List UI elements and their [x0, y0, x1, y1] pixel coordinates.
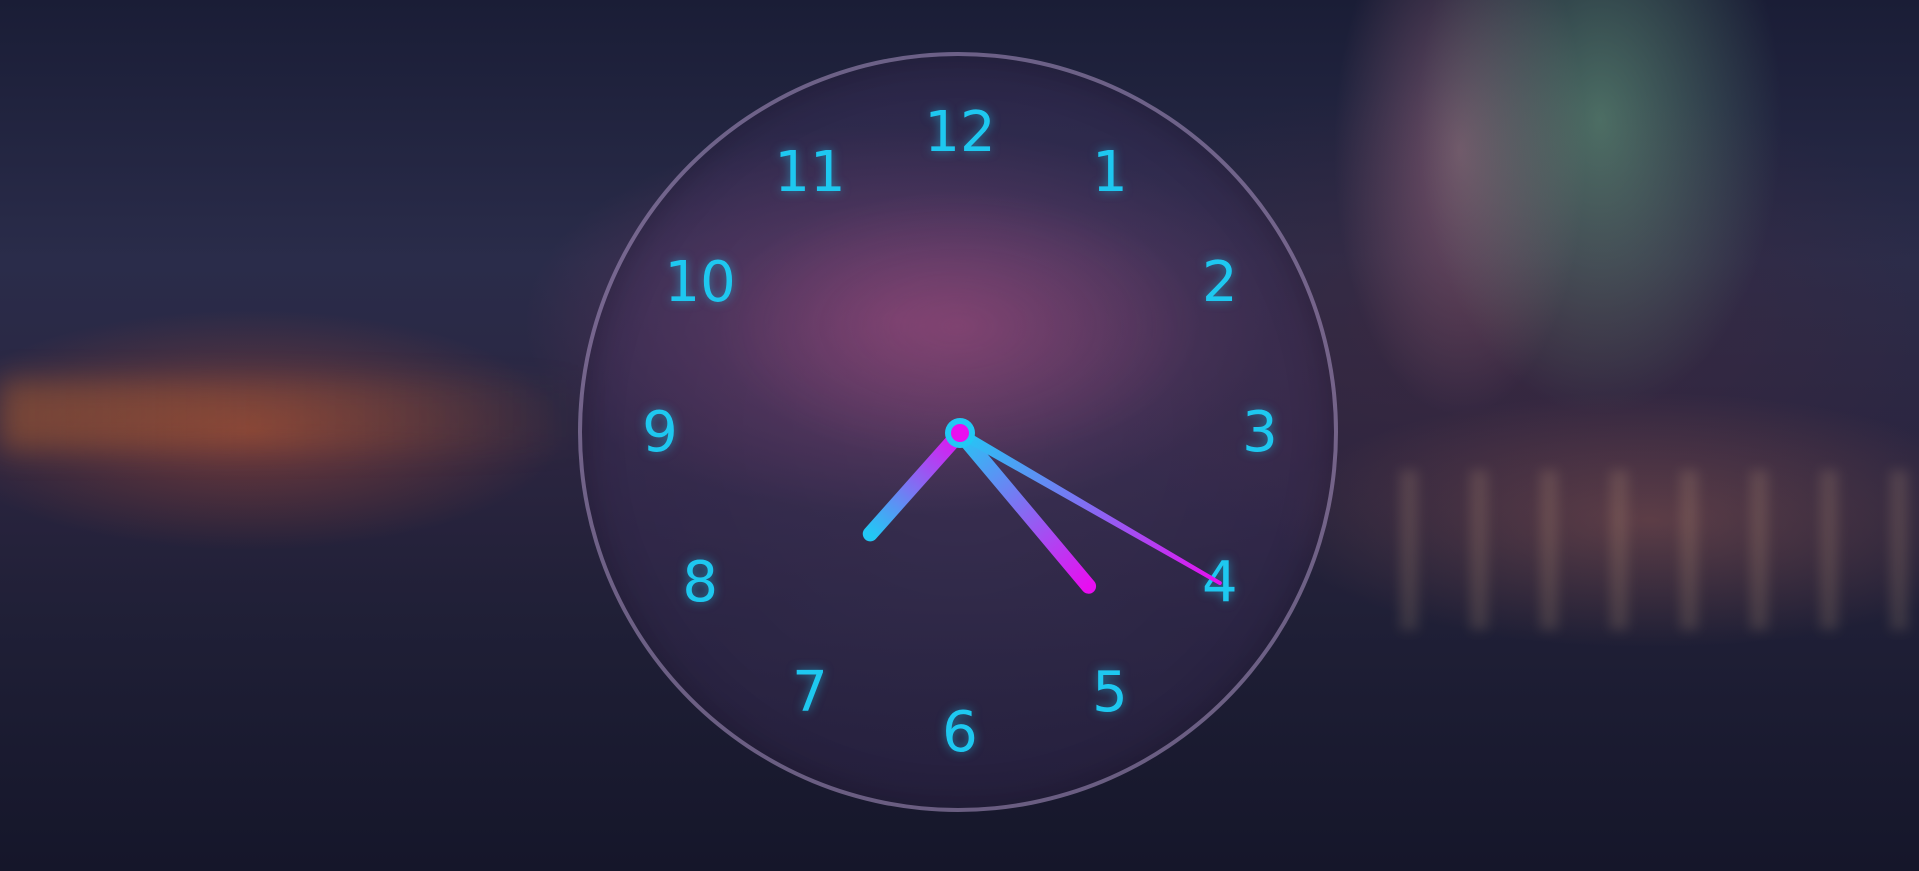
center-dot — [951, 424, 969, 442]
desktop-wallpaper: 12 1 2 3 4 5 6 7 8 9 10 11 — [0, 0, 1919, 871]
second-hand — [957, 428, 1222, 585]
water-reflections — [1400, 470, 1919, 630]
clock-hands — [862, 418, 1222, 594]
hour-hand — [862, 425, 968, 542]
minute-hand — [952, 425, 1097, 594]
shore-lights — [0, 380, 600, 450]
